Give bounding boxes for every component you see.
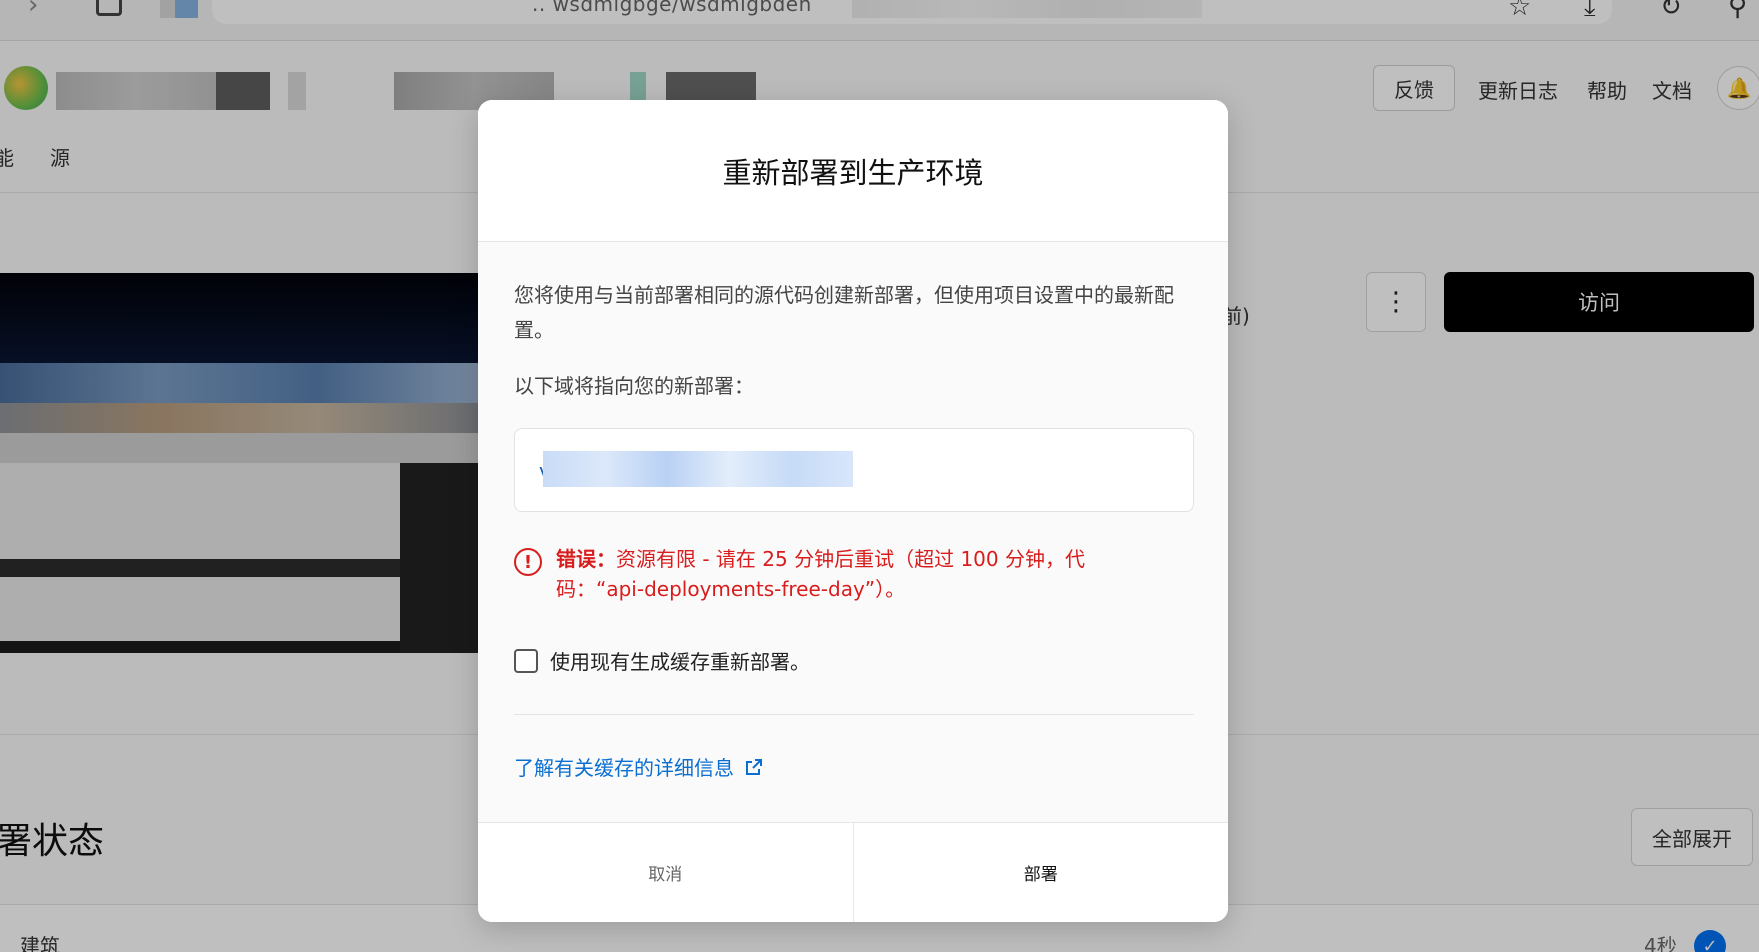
dialog-footer: 取消 部署	[478, 822, 1228, 922]
deploy-button[interactable]: 部署	[853, 823, 1228, 922]
error-icon: !	[514, 548, 542, 576]
domain-list: v	[514, 428, 1194, 512]
page: › .. wsdmlgbge/wsdmlgbden ☆ ⤓ ↻ ⚲ 反馈 更新日…	[0, 0, 1759, 952]
error-message: 错误：资源有限 - 请在 25 分钟后重试（超过 100 分钟，代码：“api-…	[556, 544, 1136, 604]
domain-redacted	[543, 451, 853, 487]
learn-more-label[interactable]: 了解有关缓存的详细信息	[514, 752, 734, 781]
error-body: 资源有限 - 请在 25 分钟后重试（超过 100 分钟，代码：“api-dep…	[556, 547, 1085, 601]
dialog-header: 重新部署到生产环境	[478, 100, 1228, 242]
domains-label: 以下域将指向您的新部署：	[514, 374, 754, 398]
redeploy-dialog: 重新部署到生产环境 您将使用与当前部署相同的源代码创建新部署，但使用项目设置中的…	[478, 100, 1228, 922]
dialog-divider	[514, 714, 1194, 715]
cancel-button[interactable]: 取消	[478, 823, 854, 922]
use-cache-checkbox[interactable]	[514, 648, 538, 673]
use-cache-option[interactable]: 使用现有生成缓存重新部署。	[514, 646, 810, 675]
learn-more-cache-link[interactable]: 了解有关缓存的详细信息	[514, 752, 764, 781]
use-cache-label[interactable]: 使用现有生成缓存重新部署。	[550, 646, 810, 675]
error-prefix: 错误：	[556, 547, 616, 571]
dialog-description: 您将使用与当前部署相同的源代码创建新部署，但使用项目设置中的最新配置。	[514, 283, 1174, 342]
dialog-title: 重新部署到生产环境	[722, 155, 984, 190]
external-link-icon	[746, 758, 762, 775]
